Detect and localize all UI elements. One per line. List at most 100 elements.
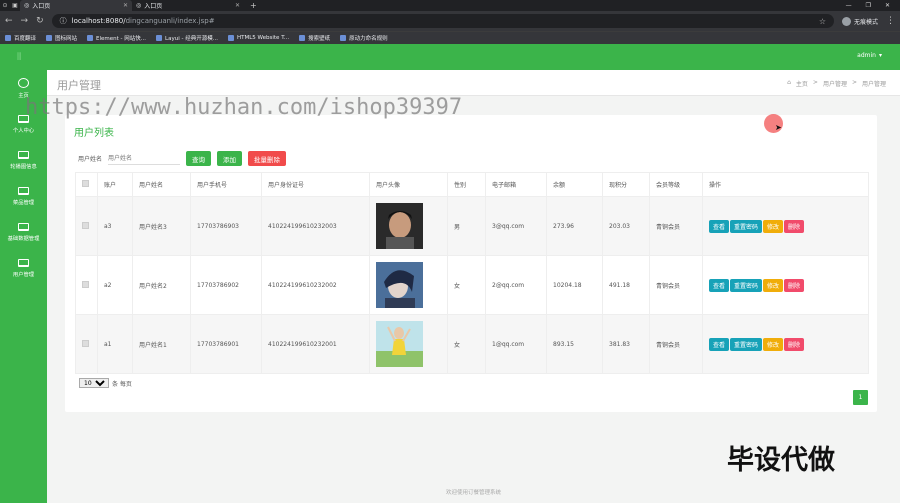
home-icon: ⌂: [787, 79, 791, 86]
monitor-icon: [18, 222, 29, 231]
browser-tab-2[interactable]: ◎ 入口页 ✕: [132, 0, 244, 11]
minimize-icon[interactable]: —: [846, 2, 852, 9]
reset-password-button[interactable]: 重置密码: [730, 278, 763, 292]
select-all-checkbox[interactable]: [82, 180, 89, 187]
search-label: 用户姓名: [78, 156, 103, 163]
browser-tab-strip: ⊙ ▣ ◎ 入口页 ✕ ◎ 入口页 ✕ + — ❐ ✕: [0, 0, 900, 11]
promo-watermark: 毕设代做: [727, 445, 835, 476]
row-checkbox[interactable]: [82, 280, 89, 288]
cell-email: 1@qq.com: [485, 314, 547, 374]
bookmark-favicon-icon: [46, 35, 53, 41]
reload-icon[interactable]: ↻: [36, 16, 44, 26]
cell-gender: 男: [447, 196, 486, 256]
forward-icon[interactable]: →: [21, 16, 29, 26]
browser-menu-icon[interactable]: ⋮: [886, 16, 895, 26]
cell-balance: 273.96: [546, 196, 603, 256]
cell-phone: 17703786901: [190, 314, 262, 374]
cell-name: 用户姓名1: [132, 314, 191, 374]
col-header: 用户头像: [369, 172, 448, 197]
page-header: 用户管理 ⌂ 主页 > 用户管理 > 用户管理: [47, 70, 900, 96]
cell-phone: 17703786903: [190, 196, 262, 256]
avatar: [376, 262, 423, 308]
edit-button[interactable]: 修改: [763, 219, 784, 233]
back-icon[interactable]: ←: [5, 16, 13, 26]
search-input[interactable]: [108, 152, 181, 165]
cell-account: a1: [97, 314, 133, 374]
page-size-select[interactable]: 10: [79, 378, 109, 388]
reset-password-button[interactable]: 重置密码: [730, 337, 763, 351]
cell-id-card: 410224199610232002: [261, 255, 370, 315]
sidebar-item-dishes[interactable]: 菜品管理: [0, 178, 47, 214]
edit-button[interactable]: 修改: [763, 278, 784, 292]
bookmark-item[interactable]: HTML5 Website T...: [227, 35, 289, 41]
address-bar[interactable]: ⓘ localhost:8080/dingcanguanli/index.jsp…: [51, 14, 834, 28]
cell-gender: 女: [447, 314, 486, 374]
row-checkbox[interactable]: [82, 221, 89, 229]
cell-level: 青铜会员: [649, 255, 703, 315]
app-header: ⫴ admin ▾: [0, 44, 900, 70]
breadcrumb-home[interactable]: 主页: [796, 79, 808, 88]
query-button[interactable]: 查询: [186, 151, 212, 166]
info-icon[interactable]: ⓘ: [60, 16, 67, 26]
cell-name: 用户姓名2: [132, 255, 191, 315]
breadcrumb-level1[interactable]: 用户管理: [823, 79, 847, 88]
url-watermark: https://www.huzhan.com/ishop39397: [25, 95, 463, 120]
footer-text: 欢迎使用订餐管理系统: [445, 490, 501, 496]
bookmark-favicon-icon: [227, 35, 234, 41]
batch-delete-button[interactable]: 批量删除: [248, 151, 287, 166]
delete-button[interactable]: 删除: [784, 278, 805, 292]
caret-down-icon: ▾: [878, 52, 882, 59]
sidebar-item-users[interactable]: 用户管理: [0, 250, 47, 286]
add-button[interactable]: 添加: [217, 151, 243, 166]
breadcrumb: ⌂ 主页 > 用户管理 > 用户管理: [787, 79, 886, 88]
tab-title: 入口页: [32, 3, 51, 10]
new-tab-icon[interactable]: +: [244, 1, 263, 10]
col-header: 余额: [546, 172, 603, 197]
monitor-icon: [18, 186, 29, 195]
view-button[interactable]: 查看: [709, 337, 730, 351]
cell-gender: 女: [447, 255, 486, 315]
search-bar: 用户姓名 查询 添加 批量删除: [78, 151, 287, 166]
page-1-button[interactable]: 1: [853, 390, 868, 405]
incognito-profile[interactable]: 无痕模式: [841, 16, 878, 26]
table-row: a3 用户姓名3 17703786903 410224199610232003 …: [75, 196, 869, 256]
url-path: dingcanguanli/index.jsp#: [125, 17, 215, 25]
cell-points: 491.18: [602, 255, 650, 315]
reset-password-button[interactable]: 重置密码: [730, 219, 763, 233]
tab-close-icon[interactable]: ✕: [235, 2, 240, 9]
per-page-label: 条 每页: [112, 380, 132, 388]
row-checkbox[interactable]: [82, 339, 89, 347]
bookmark-item[interactable]: Layui - 经典开源模...: [156, 34, 218, 42]
view-button[interactable]: 查看: [709, 219, 730, 233]
bookmark-item[interactable]: 搜索壁纸: [299, 34, 330, 42]
table-row: a1 用户姓名1 17703786901 410224199610232001: [75, 314, 869, 374]
tab-favicon-icon: ◎: [24, 2, 30, 9]
tab-search-icon[interactable]: ▣: [10, 0, 20, 11]
delete-button[interactable]: 删除: [784, 219, 805, 233]
bookmark-item[interactable]: 百度翻译: [5, 34, 36, 42]
col-header: 用户手机号: [190, 172, 262, 197]
bookmark-favicon-icon: [87, 35, 94, 41]
sidebar-item-basic-data[interactable]: 基础数据管理: [0, 214, 47, 250]
admin-menu[interactable]: admin ▾: [857, 52, 882, 59]
window-menu-icon[interactable]: ⊙: [0, 0, 10, 11]
restore-icon[interactable]: ❐: [866, 2, 871, 9]
delete-button[interactable]: 删除: [784, 337, 805, 351]
cell-name: 用户姓名3: [132, 196, 191, 256]
bookmark-item[interactable]: 原动力命名规则: [340, 34, 388, 42]
bookmark-favicon-icon: [340, 35, 347, 41]
browser-tab-1[interactable]: ◎ 入口页 ✕: [20, 0, 132, 11]
profile-label: 无痕模式: [853, 18, 878, 26]
bookmark-item[interactable]: 图标网站: [46, 34, 77, 42]
cell-level: 青铜会员: [649, 196, 703, 256]
breadcrumb-level2: 用户管理: [861, 81, 886, 88]
bookmark-star-icon[interactable]: ☆: [819, 17, 826, 26]
tab-favicon-icon: ◎: [136, 2, 142, 9]
edit-button[interactable]: 修改: [763, 337, 784, 351]
bookmark-item[interactable]: Element - 网站快...: [87, 34, 146, 42]
view-button[interactable]: 查看: [709, 278, 730, 292]
cell-email: 2@qq.com: [485, 255, 547, 315]
close-window-icon[interactable]: ✕: [885, 2, 890, 9]
tab-close-icon[interactable]: ✕: [123, 2, 128, 9]
sidebar-item-carousel[interactable]: 轮播图信息: [0, 142, 47, 178]
